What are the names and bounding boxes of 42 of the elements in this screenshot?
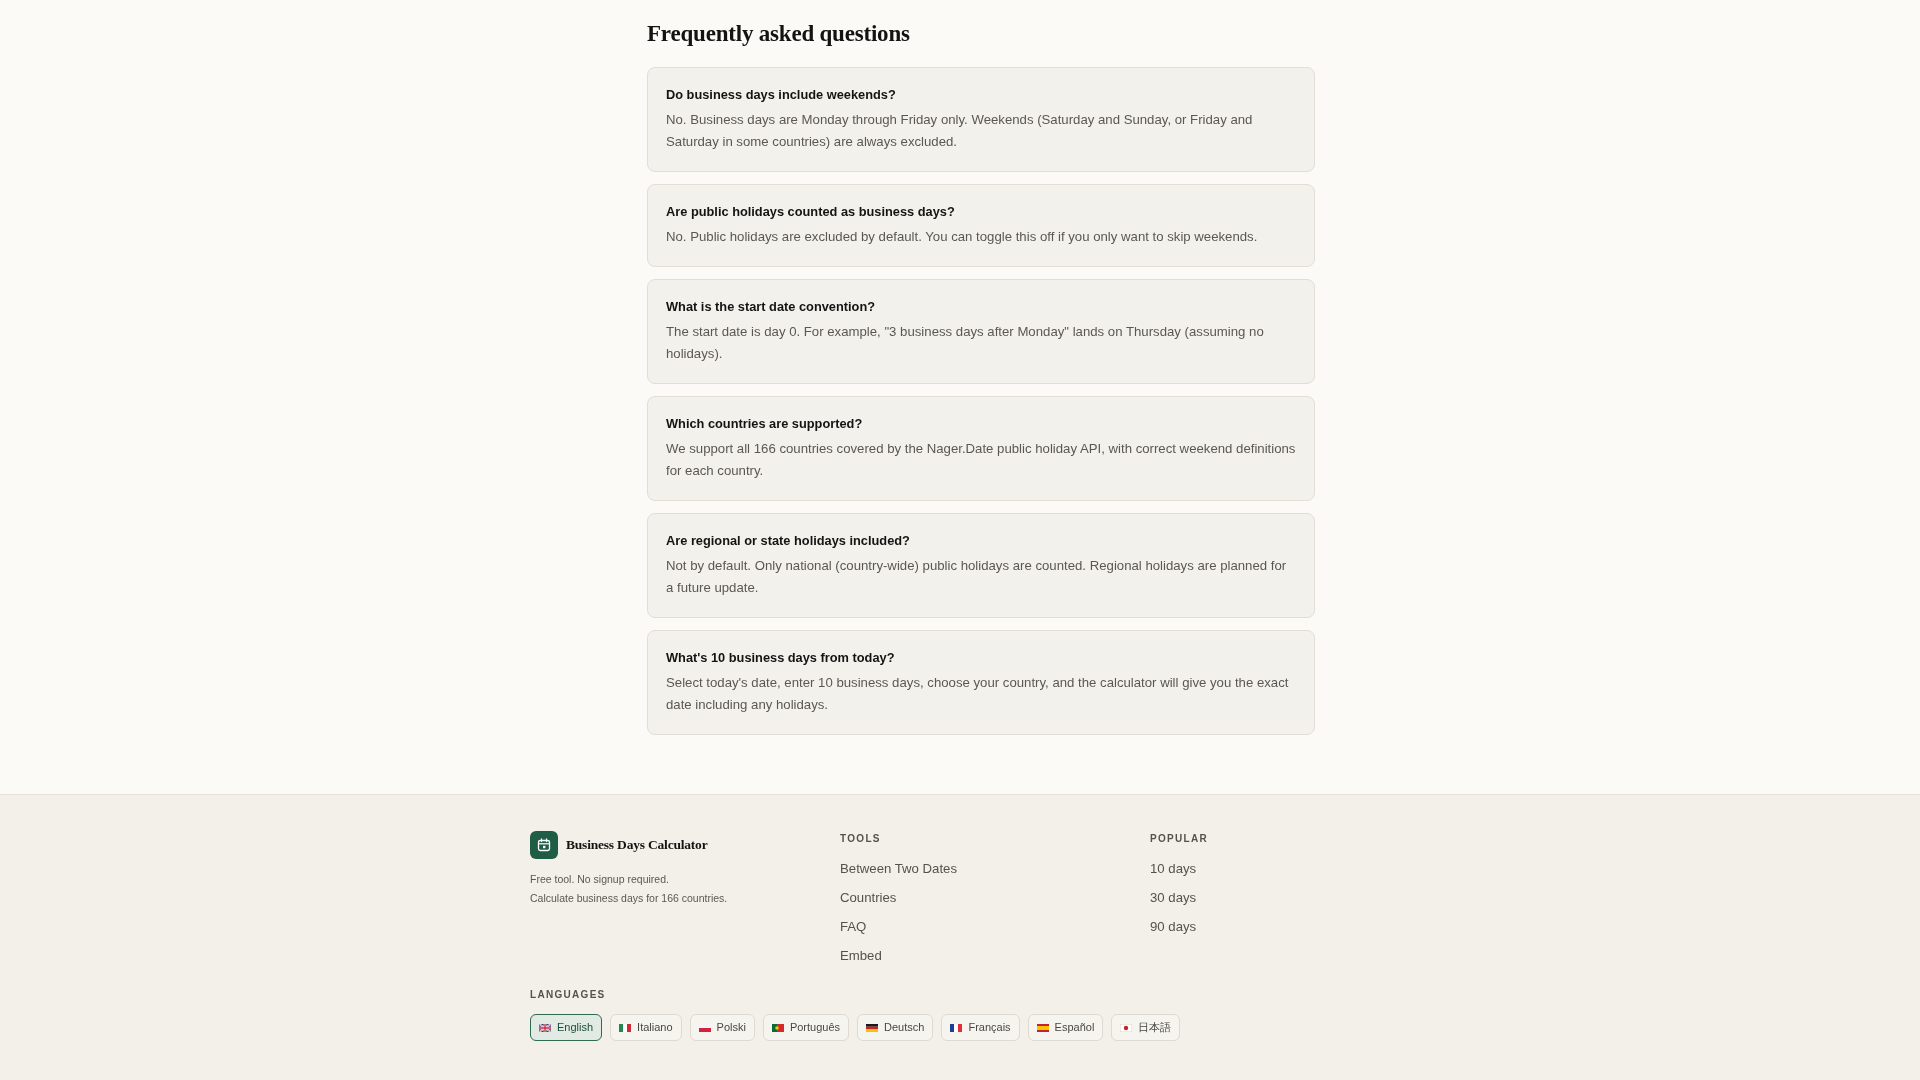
- faq-answer: Select today's date, enter 10 business days, choose your country, and the calculator will give you the exact date including any holidays.: [666, 674, 1290, 714]
- footer-tagline: Free tool. No signup required.: [530, 872, 670, 887]
- faq-answer: Not by default. Only national (country-wide) public holidays are counted. Regional holidays are planned for a future update.: [666, 557, 1288, 597]
- footer-link[interactable]: Countries: [840, 888, 897, 908]
- language-button[interactable]: English: [530, 1014, 603, 1041]
- footer-heading: POPULAR: [1150, 833, 1209, 845]
- language-button[interactable]: Polski: [689, 1014, 755, 1041]
- footer-heading: TOOLS: [840, 833, 882, 845]
- faq-question: What's 10 business days from today?: [666, 649, 896, 667]
- footer-link[interactable]: 90 days: [1150, 917, 1197, 937]
- footer-link[interactable]: 10 days: [1150, 859, 1197, 879]
- brand-name: Business Days Calculator: [566, 835, 708, 854]
- footer-link[interactable]: Embed: [840, 946, 882, 966]
- language-button[interactable]: Italiano: [610, 1014, 682, 1041]
- faq-question: Are public holidays counted as business days?: [666, 203, 956, 221]
- faq-answer: The start date is day 0. For example, "3 business days after Monday" lands on Thursday (assuming no holidays).: [666, 323, 1265, 363]
- italian-flag-icon: [619, 1023, 632, 1032]
- faq-answer: No. Business days are Monday through Friday only. Weekends (Saturday and Sunday, or Friday and Saturday in some countries) are always excluded.: [666, 111, 1254, 151]
- faq-question: Are regional or state holidays included?: [666, 532, 911, 550]
- footer-heading: LANGUAGES: [530, 989, 607, 1001]
- language-button[interactable]: 日本語: [1111, 1014, 1181, 1041]
- faq-answer: We support all 166 countries covered by the Nager.Date public holiday API, with correct weekend definitions for each country.: [666, 440, 1296, 480]
- calendar-icon: [530, 831, 558, 859]
- portuguese-flag-icon: [771, 1023, 784, 1032]
- faq-heading: Frequently asked questions: [647, 20, 911, 48]
- japanese-flag-icon: [1120, 1023, 1133, 1032]
- language-button[interactable]: Français: [941, 1014, 1020, 1041]
- footer-link[interactable]: FAQ: [840, 917, 867, 937]
- footer-link[interactable]: 30 days: [1150, 888, 1197, 908]
- german-flag-icon: [866, 1023, 879, 1032]
- french-flag-icon: [950, 1023, 963, 1032]
- footer-link[interactable]: Between Two Dates: [840, 859, 958, 879]
- spanish-flag-icon: [1036, 1023, 1049, 1032]
- language-button[interactable]: Português: [762, 1014, 850, 1041]
- faq-question: What is the start date convention?: [666, 298, 877, 316]
- faq-answer: No. Public holidays are excluded by default. You can toggle this off if you only want to skip weekends.: [666, 228, 1259, 246]
- faq-question: Do business days include weekends?: [666, 86, 897, 104]
- language-button[interactable]: Español: [1027, 1014, 1104, 1041]
- footer-tagline: Calculate business days for 166 countries.: [530, 890, 729, 906]
- faq-question: Which countries are supported?: [666, 415, 864, 433]
- language-button[interactable]: Deutsch: [857, 1014, 934, 1041]
- british-flag-icon: [539, 1023, 551, 1032]
